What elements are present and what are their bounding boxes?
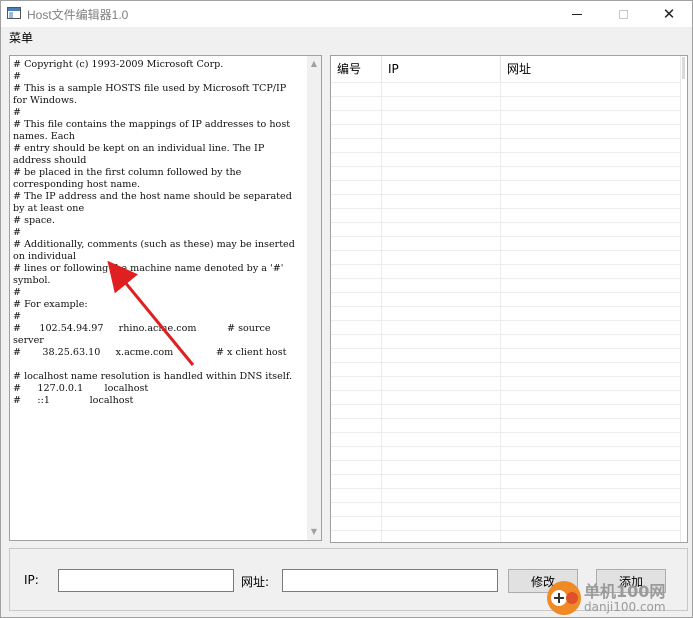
ip-label: IP: <box>24 573 39 587</box>
close-icon: ✕ <box>662 4 676 23</box>
table-body[interactable] <box>331 82 681 542</box>
scroll-up-icon[interactable]: ▲ <box>309 59 319 69</box>
app-window-icon <box>7 7 21 19</box>
app-window: Host文件编辑器1.0 ✕ 菜单 # Copyright (c) 1993-2… <box>0 0 693 618</box>
url-input[interactable] <box>282 569 498 592</box>
close-button[interactable]: ✕ <box>646 1 692 27</box>
table-scroll-thumb[interactable] <box>682 57 685 79</box>
minimize-icon <box>572 13 582 15</box>
column-header-url[interactable]: 网址 <box>501 56 681 82</box>
table-header: 编号 IP 网址 <box>331 56 681 82</box>
watermark-name: 单机100网 <box>584 582 666 601</box>
hosts-table[interactable]: 编号 IP 网址 <box>330 55 688 543</box>
maximize-button[interactable] <box>600 1 646 27</box>
column-header-ip[interactable]: IP <box>382 56 501 82</box>
menu-item-main[interactable]: 菜单 <box>9 29 33 46</box>
ip-input[interactable] <box>58 569 234 592</box>
hosts-text-editor[interactable]: # Copyright (c) 1993-2009 Microsoft Corp… <box>9 55 322 541</box>
hosts-file-content[interactable]: # Copyright (c) 1993-2009 Microsoft Corp… <box>13 59 303 407</box>
column-header-number[interactable]: 编号 <box>331 56 382 82</box>
maximize-icon <box>618 9 628 19</box>
window-title: Host文件编辑器1.0 <box>27 8 129 22</box>
table-scrollbar[interactable] <box>680 56 687 542</box>
scroll-down-icon[interactable]: ▼ <box>309 527 319 537</box>
title-bar[interactable]: Host文件编辑器1.0 ✕ <box>1 1 692 27</box>
minimize-button[interactable] <box>554 1 600 27</box>
watermark-site: danji100.com <box>584 600 666 614</box>
watermark: 单机100网 danji100.com <box>544 578 693 618</box>
url-label: 网址: <box>241 575 270 589</box>
menu-bar: 菜单 <box>1 27 692 47</box>
watermark-logo-icon <box>547 581 581 615</box>
text-scrollbar[interactable]: ▲ ▼ <box>307 56 321 540</box>
